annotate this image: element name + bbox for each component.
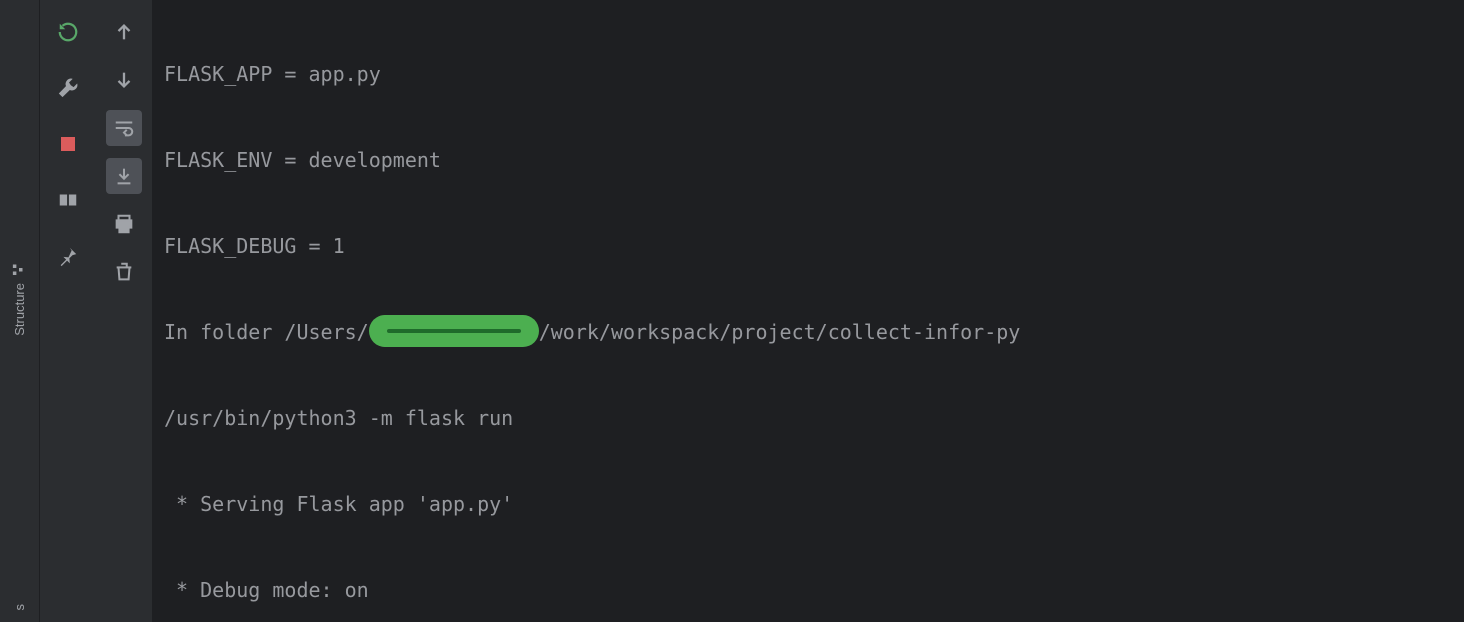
run-toolbar-col2 bbox=[96, 0, 152, 622]
env-line: FLASK_DEBUG = 1 bbox=[164, 225, 1452, 268]
layout-icon bbox=[57, 189, 79, 211]
soft-wrap-button[interactable] bbox=[106, 110, 142, 146]
pin-button[interactable] bbox=[50, 238, 86, 274]
stop-button[interactable] bbox=[50, 126, 86, 162]
stop-icon bbox=[61, 137, 75, 151]
arrow-down-icon bbox=[113, 69, 135, 91]
scroll-to-end-button[interactable] bbox=[106, 158, 142, 194]
trash-icon bbox=[113, 261, 135, 283]
env-line: FLASK_APP = app.py bbox=[164, 53, 1452, 96]
rerun-icon bbox=[57, 21, 79, 43]
layout-button[interactable] bbox=[50, 182, 86, 218]
arrow-up-icon bbox=[113, 21, 135, 43]
debug-mode-line: * Debug mode: on bbox=[164, 569, 1452, 612]
other-tool-button[interactable]: s bbox=[12, 600, 27, 615]
serving-line: * Serving Flask app 'app.py' bbox=[164, 483, 1452, 526]
tool-window-rail: Structure s bbox=[0, 0, 40, 622]
settings-button[interactable] bbox=[50, 70, 86, 106]
print-icon bbox=[113, 213, 135, 235]
cmd-line: /usr/bin/python3 -m flask run bbox=[164, 397, 1452, 440]
structure-label: Structure bbox=[12, 283, 27, 336]
up-button[interactable] bbox=[106, 14, 142, 50]
pin-icon bbox=[57, 245, 79, 267]
wrench-icon bbox=[57, 77, 79, 99]
folder-line: In folder /Users//work/workspack/project… bbox=[164, 311, 1452, 354]
redacted-username bbox=[369, 315, 539, 347]
structure-tool-button[interactable]: Structure bbox=[12, 251, 27, 348]
print-button[interactable] bbox=[106, 206, 142, 242]
scroll-end-icon bbox=[113, 165, 135, 187]
soft-wrap-icon bbox=[113, 117, 135, 139]
rerun-button[interactable] bbox=[50, 14, 86, 50]
delete-button[interactable] bbox=[106, 254, 142, 290]
structure-icon bbox=[13, 263, 27, 277]
down-button[interactable] bbox=[106, 62, 142, 98]
console-output[interactable]: FLASK_APP = app.py FLASK_ENV = developme… bbox=[152, 0, 1464, 622]
run-toolbar-col1 bbox=[40, 0, 96, 622]
env-line: FLASK_ENV = development bbox=[164, 139, 1452, 182]
